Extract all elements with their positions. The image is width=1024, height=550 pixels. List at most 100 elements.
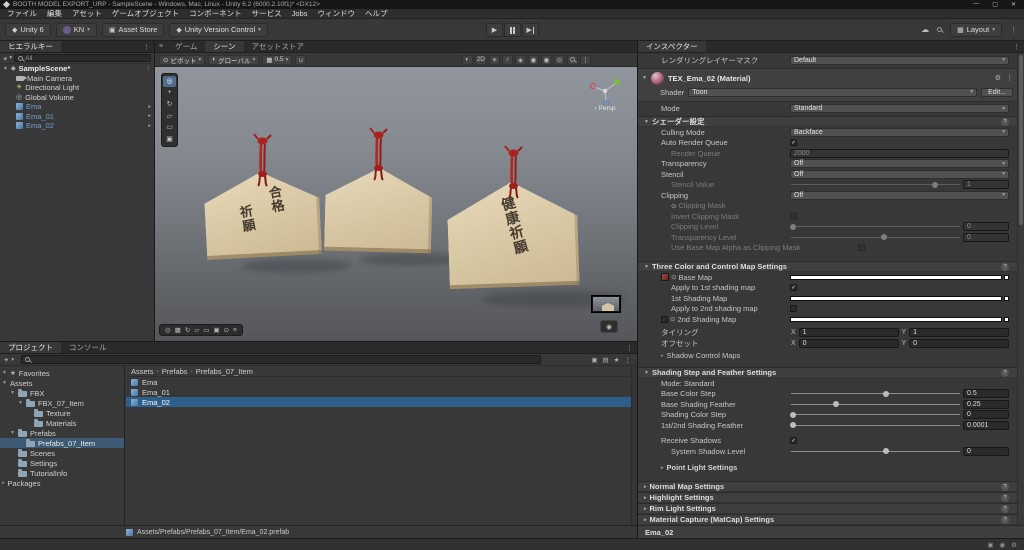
scrollbar-thumb[interactable] (1019, 55, 1023, 225)
lighting-toggle-icon[interactable]: ☀ (489, 54, 500, 65)
gizmos-dropdown-icon[interactable]: ⊙ (554, 54, 565, 65)
help-icon[interactable]: ? (1001, 493, 1009, 502)
section-shader-settings[interactable]: ▼ シェーダー設定 ? (638, 116, 1017, 127)
unity-version-badge[interactable]: ◆ Unity 6 (5, 22, 51, 37)
stencil-value-field[interactable]: 1 (963, 180, 1009, 190)
rect-tool[interactable]: ▭ (163, 122, 176, 133)
ema-plaque-2[interactable] (324, 167, 433, 254)
pivot-dropdown[interactable]: ⊙ ピボット ▾ (159, 54, 206, 65)
foldout-icon[interactable]: ▼ (2, 370, 7, 376)
orientation-dropdown[interactable]: ◐ グローバル ▾ (208, 54, 260, 65)
add-object-button[interactable]: + (3, 54, 7, 63)
section-shading-step[interactable]: ▼ Shading Step and Feather Settings ? (638, 367, 1017, 378)
section-rim-light[interactable]: ▸ Rim Light Settings ? (638, 503, 1017, 514)
preview-bar[interactable]: Ema_02 (638, 525, 1024, 538)
project-search-input[interactable] (21, 355, 542, 364)
rendering-layer-mask-dropdown[interactable]: Default ▾ (790, 55, 1009, 65)
base-shading-feather-slider[interactable] (790, 400, 961, 409)
hierarchy-menu-icon[interactable]: ⋮ (139, 41, 154, 52)
nav-scale-icon[interactable]: ▱ (194, 326, 199, 334)
section-matcap[interactable]: ▸ Material Capture (MatCap) Settings ? (638, 514, 1017, 525)
transparency-level-slider[interactable] (790, 233, 961, 242)
base-shading-feather-field[interactable]: 0.25 (963, 399, 1009, 409)
tree-item-favorites[interactable]: ▼ ★ Favorites (0, 368, 124, 378)
inspector-scrollbar[interactable] (1017, 53, 1024, 525)
2nd-shading-map-color-field[interactable] (790, 316, 1002, 322)
base-map-color-field[interactable] (790, 274, 1002, 280)
use-base-map-alpha-checkbox[interactable] (858, 244, 865, 252)
foldout-icon[interactable]: ▼ (10, 390, 15, 396)
transparency-level-field[interactable]: 0 (963, 232, 1009, 242)
mode-dropdown[interactable]: Standard ▾ (790, 104, 1009, 114)
file-item-ema-02[interactable]: Ema_02 (126, 397, 637, 407)
menu-assets[interactable]: アセット (67, 8, 107, 19)
menu-edit[interactable]: 編集 (42, 8, 67, 19)
close-button[interactable]: ✕ (1011, 1, 1016, 8)
effects-toggle-icon[interactable]: ◈ (515, 54, 526, 65)
shader-dropdown[interactable]: Toon ▾ (688, 87, 978, 97)
file-item-ema[interactable]: Ema (126, 377, 637, 387)
favorites-filter-icon[interactable]: ★ (614, 356, 620, 364)
tree-item-scenes[interactable]: Scenes (0, 448, 124, 458)
tree-item-fbx[interactable]: ▼ FBX (0, 388, 124, 398)
open-prefab-icon[interactable]: ▸ (148, 113, 151, 119)
foldout-icon[interactable]: ▼ (10, 430, 15, 436)
menu-file[interactable]: ファイル (2, 8, 42, 19)
activity-status-icon[interactable]: ◉ (1000, 541, 1006, 549)
scale-tool[interactable]: ▱ (163, 111, 176, 122)
layout-dropdown[interactable]: ▦ Layout ▾ (950, 22, 1002, 37)
open-prefab-icon[interactable]: ▸ (148, 104, 151, 110)
help-icon[interactable]: ? (1001, 515, 1009, 524)
shading-feather-12-field[interactable]: 0.0001 (963, 420, 1009, 430)
foldout-icon[interactable]: ▼ (18, 400, 23, 406)
scene-search-icon[interactable] (567, 54, 578, 65)
audio-toggle-icon[interactable]: ♪ (502, 54, 513, 65)
account-button[interactable]: KN ▾ (55, 22, 97, 37)
snap-toggle-icon[interactable]: ∪ (295, 54, 307, 65)
hierarchy-item-directional-light[interactable]: ☀ Directional Light (0, 83, 154, 93)
tree-item-assets[interactable]: ▼ Assets (0, 378, 124, 388)
hierarchy-item-ema[interactable]: Ema ▸ (0, 102, 154, 112)
chevron-down-icon[interactable]: ▾ (9, 55, 12, 61)
clipping-dropdown[interactable]: Off ▾ (790, 190, 1009, 200)
hierarchy-item-main-camera[interactable]: Main Camera (0, 74, 154, 84)
move-tool[interactable]: + (163, 88, 176, 99)
nav-target-icon[interactable]: ⊙ (224, 326, 229, 334)
type-filter-icon[interactable]: ▣ (591, 356, 597, 364)
help-icon[interactable]: ? (1001, 482, 1009, 491)
2nd-shading-map-checkbox[interactable] (661, 315, 668, 323)
receive-shadows-checkbox[interactable]: ✓ (790, 437, 797, 445)
pause-button[interactable] (504, 23, 521, 37)
hierarchy-scene-row[interactable]: ▼ ◆ SampleScene* ⋮ (0, 64, 154, 74)
section-normal-map[interactable]: ▸ Normal Map Settings ? (638, 481, 1017, 492)
base-color-step-slider[interactable] (790, 389, 961, 398)
tree-item-tutorialinfo[interactable]: TutorialInfo (0, 468, 124, 478)
more-icon[interactable]: ⋮ (625, 356, 632, 364)
create-asset-button[interactable]: + (4, 355, 8, 364)
nav-rotate-icon[interactable]: ↻ (185, 326, 190, 334)
invert-clipping-mask-checkbox[interactable] (790, 212, 797, 220)
apply-2nd-shading-checkbox[interactable] (790, 305, 797, 313)
foldout-icon[interactable]: ▼ (2, 380, 7, 386)
transparency-dropdown[interactable]: Off ▾ (790, 159, 1009, 169)
cloud-icon[interactable]: ☁ (921, 25, 929, 34)
offset-x-field[interactable]: 0 (798, 338, 899, 348)
inspector-menu-icon[interactable]: ⋮ (1009, 41, 1024, 52)
maximize-button[interactable]: ▢ (992, 1, 998, 8)
stencil-value-slider[interactable] (790, 180, 961, 189)
project-menu-icon[interactable]: ⋮ (622, 342, 637, 353)
tab-hierarchy[interactable]: ヒエラルキー (0, 41, 61, 52)
menu-help[interactable]: ヘルプ (360, 8, 393, 19)
help-icon[interactable]: ? (1001, 368, 1009, 377)
section-three-color[interactable]: ▼ Three Color and Control Map Settings ? (638, 261, 1017, 272)
ema-plaque-1[interactable]: 合格 祈願 (203, 169, 322, 260)
color-picker-icon[interactable] (1004, 274, 1009, 280)
scene-canvas[interactable]: 合格 祈願 健康祈願 ◎ + ↻ ▱ ▭ ▣ ‹ Persp ◎ ▦ ↻ ▱ ▭… (155, 67, 637, 341)
transform-tool[interactable]: ▣ (163, 134, 176, 145)
menu-services[interactable]: サービス (247, 8, 287, 19)
shader-edit-button[interactable]: Edit... (981, 87, 1013, 97)
shaded-mode-icon[interactable]: ◐ (461, 54, 473, 65)
label-filter-icon[interactable]: ▤ (603, 356, 609, 364)
color-picker-icon[interactable] (1004, 316, 1009, 322)
tab-scene[interactable]: シーン (205, 41, 244, 52)
